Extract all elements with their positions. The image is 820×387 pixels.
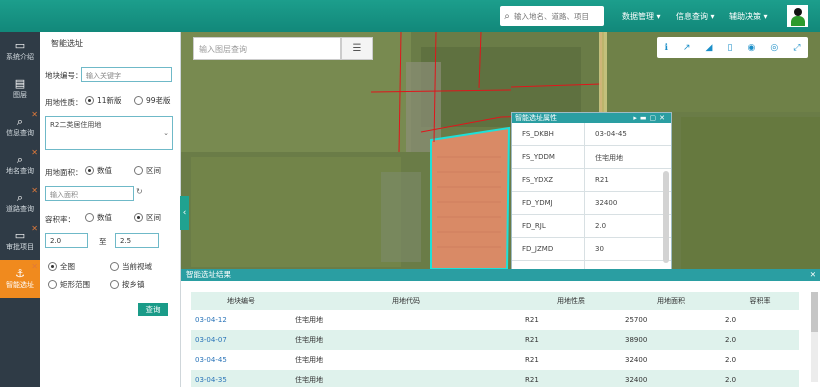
attribute-window: 智能选址属性 ▸▬▢✕ FS_DKBH 03-04-45 FS_YDDM 住宅用地 … (511, 112, 672, 284)
attribute-window-header[interactable]: 智能选址属性 ▸▬▢✕ (512, 113, 671, 123)
area-input[interactable]: 输入面积 (45, 186, 134, 201)
nav-info-query[interactable]: ✕ ⌕ 信息查询 (0, 108, 40, 146)
far-value-radio[interactable]: 数值 (85, 212, 112, 223)
nav-system-intro[interactable]: ▭ 系统介绍 (0, 32, 40, 70)
nav-road-query[interactable]: ✕ ⌕ 道路查询 (0, 184, 40, 222)
nav-approval-projects[interactable]: ✕ ▭ 审批项目 (0, 222, 40, 260)
results-header: 智能选址结果 ✕ (181, 269, 820, 281)
menu-data-management[interactable]: 数据管理 ▾ (622, 11, 661, 22)
results-panel: 智能选址结果 ✕ 地块编号 用地代码 用地性质 用地面积 容积率 03-04-1… (181, 269, 820, 387)
avatar[interactable] (787, 5, 808, 27)
close-icon[interactable]: ✕ (31, 262, 38, 271)
parcel-input[interactable]: 输入关键字 (81, 67, 172, 82)
query-button[interactable]: 查询 (138, 303, 168, 316)
column-header[interactable]: 容积率 (721, 292, 799, 310)
scope-full-map-radio[interactable]: 全图 (48, 261, 75, 272)
table-row[interactable]: 03-04-35 住宅用地 R21 32400 2.0 (191, 370, 799, 387)
monitor-icon: ▭ (14, 39, 26, 52)
attribute-row: FD_YDMJ 32400 (512, 192, 671, 215)
area-range-radio[interactable]: 区间 (134, 165, 161, 176)
far-range-radio[interactable]: 区间 (134, 212, 161, 223)
global-search-input[interactable] (514, 11, 602, 21)
window-controls[interactable]: ▸▬▢✕ (633, 113, 668, 123)
close-icon[interactable]: ✕ (810, 269, 816, 281)
area-chart-icon[interactable]: ◢ (706, 43, 713, 53)
eye-icon[interactable]: ◎ (770, 43, 778, 53)
close-icon[interactable]: ✕ (31, 186, 38, 195)
scope-township-radio[interactable]: 按乡镇 (110, 279, 145, 290)
nav-layers[interactable]: ▤ 图层 (0, 70, 40, 108)
table-row[interactable]: 03-04-45 住宅用地 R21 32400 2.0 (191, 350, 799, 370)
layers-icon: ▤ (14, 77, 26, 90)
search-icon: ⌕ (504, 10, 510, 22)
close-icon[interactable]: ✕ (31, 224, 38, 233)
collapse-panel-button[interactable]: ‹ (180, 196, 189, 230)
scope-current-view-radio[interactable]: 当前视域 (110, 261, 152, 272)
smart-siting-panel: 智能选址 地块编号： 输入关键字 用地性质： 11新版 99老版 R2二类居住用… (40, 32, 181, 387)
attribute-row: FS_DKBH 03-04-45 (512, 123, 671, 146)
far-max-input[interactable]: 2.5 (115, 233, 159, 248)
menu-icon[interactable]: ☰ (341, 37, 373, 60)
column-header[interactable]: 用地面积 (621, 292, 721, 310)
table-row[interactable]: 03-04-07 住宅用地 R21 38900 2.0 (191, 330, 799, 350)
range-separator: 至 (99, 237, 107, 246)
close-icon[interactable]: ✕ (31, 110, 38, 119)
far-min-input[interactable]: 2.0 (45, 233, 88, 248)
attribute-row: FD_JZMD 30 (512, 238, 671, 261)
attribute-row: FD_RJL 2.0 (512, 215, 671, 238)
left-nav: ▭ 系统介绍 ▤ 图层 ✕ ⌕ 信息查询 ✕ ⌕ 地名查询 ✕ ⌕ 道路查询 ✕… (0, 32, 40, 387)
menu-decision-support[interactable]: 辅助决策 ▾ (729, 11, 768, 22)
close-icon[interactable]: ✕ (31, 148, 38, 157)
nav-place-query[interactable]: ✕ ⌕ 地名查询 (0, 146, 40, 184)
scrollbar[interactable] (663, 171, 669, 263)
trash-icon[interactable]: ▯ (728, 43, 733, 53)
scrollbar[interactable] (811, 292, 818, 382)
chevron-down-icon: ⌄ (163, 129, 169, 137)
fullscreen-icon[interactable]: ⤢ (793, 43, 800, 53)
area-label: 用地面积： (45, 168, 83, 177)
landuse-label: 用地性质： (45, 98, 83, 107)
top-header: ⌕ 数据管理 ▾ 信息查询 ▾ 辅助决策 ▾ (0, 0, 820, 32)
parcel-label: 地块编号： (45, 71, 83, 80)
attribute-row: FS_YDXZ R21 (512, 169, 671, 192)
landuse-new-radio[interactable]: 11新版 (85, 95, 122, 106)
results-table: 地块编号 用地代码 用地性质 用地面积 容积率 03-04-12 住宅用地 R2… (191, 292, 799, 387)
map-toolbar: ℹ ↗ ◢ ▯ ◉ ◎ ⤢ (657, 37, 808, 58)
nav-smart-siting[interactable]: ✕ ⚓ 智能选址 (0, 260, 40, 298)
scope-rectangle-radio[interactable]: 矩形范围 (48, 279, 90, 290)
menu-info-query[interactable]: 信息查询 ▾ (676, 11, 715, 22)
column-header[interactable]: 用地代码 (291, 292, 521, 310)
table-row[interactable]: 03-04-12 住宅用地 R21 25700 2.0 (191, 310, 799, 330)
far-label: 容积率： (45, 215, 75, 224)
global-search[interactable]: ⌕ (500, 6, 604, 26)
landuse-old-radio[interactable]: 99老版 (134, 95, 171, 106)
attribute-row: FS_YDDM 住宅用地 (512, 146, 671, 169)
layer-search-input[interactable]: 输入图层查询 (193, 37, 341, 60)
landuse-select[interactable]: R2二类居住用地 ⌄ (45, 116, 173, 150)
line-chart-icon[interactable]: ↗ (683, 43, 691, 53)
globe-icon[interactable]: ◉ (747, 43, 755, 53)
column-header[interactable]: 地块编号 (191, 292, 291, 310)
info-icon[interactable]: ℹ (665, 43, 668, 53)
panel-title: 智能选址 (51, 39, 83, 48)
column-header[interactable]: 用地性质 (521, 292, 621, 310)
area-value-radio[interactable]: 数值 (85, 165, 112, 176)
clear-icon[interactable]: ↻ (136, 187, 143, 196)
